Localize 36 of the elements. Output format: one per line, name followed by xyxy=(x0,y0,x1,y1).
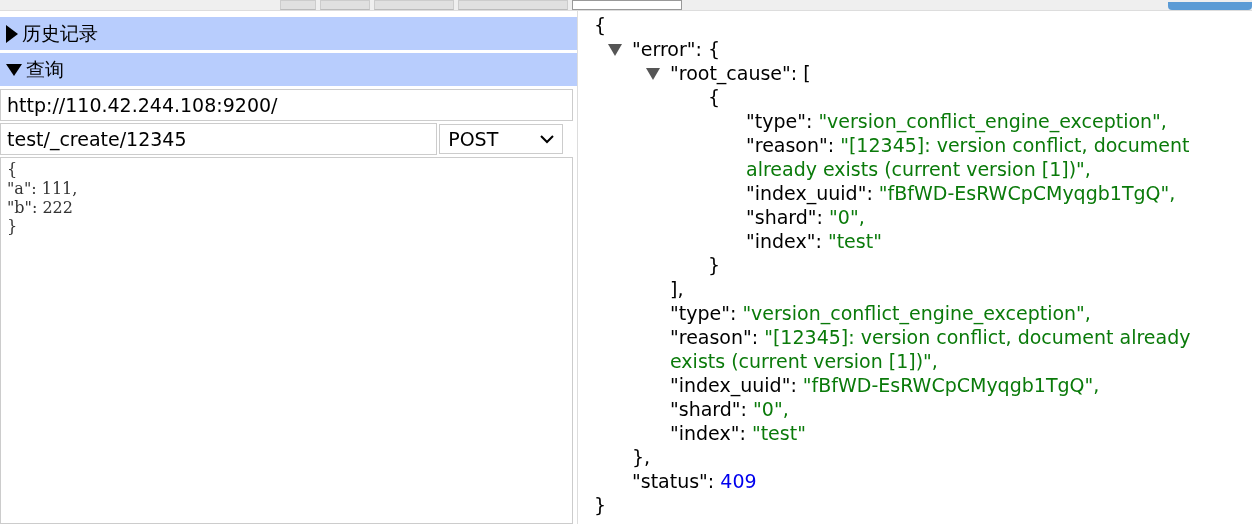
json-bracket: { xyxy=(708,86,721,108)
json-property: "index": "test" xyxy=(746,229,883,253)
json-bracket: } xyxy=(708,254,721,276)
expand-toggle-icon[interactable] xyxy=(608,44,622,56)
section-header[interactable]: 历史记录 xyxy=(0,17,577,50)
json-property: "shard": "0", xyxy=(670,397,790,421)
json-bracket: } xyxy=(594,494,607,516)
json-property: "type": "version_conflict_engine_exception", xyxy=(670,301,1092,325)
nav-tab[interactable] xyxy=(458,0,568,10)
section-header[interactable]: 查询 xyxy=(0,53,577,86)
json-bracket: { xyxy=(707,38,721,60)
info-button[interactable] xyxy=(1168,2,1252,10)
chevron-down-icon xyxy=(540,134,554,144)
json-key: "error": xyxy=(632,38,702,60)
json-key: "root_cause": xyxy=(670,62,798,84)
json-property: "index": "test" xyxy=(670,421,807,445)
json-property: "index_uuid": "fBfWD-EsRWCpCMyqgb1TgQ", xyxy=(746,181,1177,205)
json-property: "reason": "[12345]: version conflict, document already exists (current version [1])", xyxy=(746,133,1191,181)
method-select[interactable]: POST xyxy=(439,124,563,154)
nav-tab[interactable] xyxy=(572,0,682,10)
request-body-field[interactable]: { "a": 111, "b": 222 } xyxy=(0,157,573,524)
json-bracket: ], xyxy=(670,278,684,300)
json-property: "shard": "0", xyxy=(746,205,866,229)
json-bracket: { xyxy=(594,14,607,36)
url-field[interactable]: http://110.42.244.108:9200/ xyxy=(0,89,573,121)
json-property: "status": 409 xyxy=(632,469,758,493)
json-property: "type": "version_conflict_engine_exception", xyxy=(746,109,1168,133)
json-bracket: [ xyxy=(803,62,811,84)
nav-tab[interactable] xyxy=(374,0,454,10)
path-field[interactable]: test/_create/12345 xyxy=(0,123,438,155)
nav-tab[interactable] xyxy=(280,0,316,10)
nav-tab[interactable] xyxy=(320,0,370,10)
json-property: "reason": "[12345]: version conflict, document already exists (current version [1])", xyxy=(670,325,1192,373)
json-bracket: }, xyxy=(632,446,651,468)
json-property: "index_uuid": "fBfWD-EsRWCpCMyqgb1TgQ", xyxy=(670,373,1101,397)
expand-toggle-icon[interactable] xyxy=(646,68,660,80)
